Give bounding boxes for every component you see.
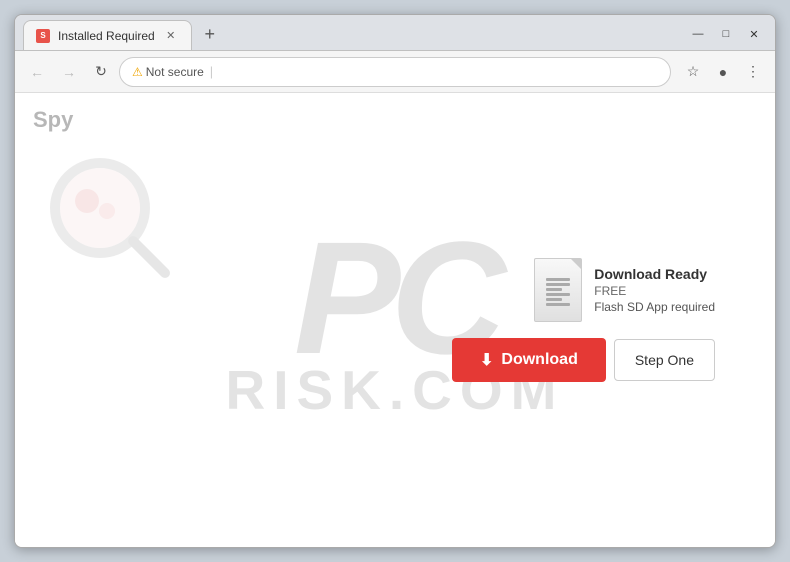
back-button[interactable]: ← [23, 58, 51, 86]
app-icon-bar-6 [546, 303, 570, 306]
maximize-button[interactable]: □ [713, 24, 739, 44]
app-icon-bar-3 [546, 288, 562, 291]
page-content: PC RISK.COM Spy [15, 93, 775, 547]
site-logo: Spy [33, 107, 73, 133]
browser-tab[interactable]: S Installed Required ✕ [23, 20, 192, 50]
download-button-label: Download [501, 351, 577, 369]
step-one-button[interactable]: Step One [614, 339, 715, 381]
nav-bar: ← → ↻ ⚠ Not secure | ☆ ● ⋮ [15, 51, 775, 93]
tab-label: Installed Required [58, 29, 155, 43]
tab-favicon: S [36, 29, 50, 43]
app-icon-bar-2 [546, 283, 570, 286]
magnifier-graphic [45, 153, 175, 288]
step-one-button-label: Step One [635, 352, 694, 368]
menu-button[interactable]: ⋮ [739, 58, 767, 86]
download-details: Download Ready FREE Flash SD App require… [594, 266, 715, 314]
download-arrow-icon: ⬇ [480, 350, 493, 370]
security-label: Not secure [146, 65, 204, 79]
window-controls: — □ ✕ [685, 24, 767, 44]
minimize-button[interactable]: — [685, 24, 711, 44]
bookmark-button[interactable]: ☆ [679, 58, 707, 86]
download-panel: Download Ready FREE Flash SD App require… [452, 258, 715, 382]
address-bar[interactable]: ⚠ Not secure | [119, 57, 671, 87]
app-icon-bar-1 [546, 278, 570, 281]
app-icon-bar-4 [546, 293, 570, 296]
refresh-button[interactable]: ↻ [87, 58, 115, 86]
app-icon [534, 258, 582, 322]
app-icon-inner [546, 278, 570, 306]
download-actions: ⬇ Download Step One [452, 338, 715, 382]
new-tab-button[interactable]: + [196, 20, 224, 48]
browser-window: S Installed Required ✕ + — □ ✕ ← → ↻ ⚠ N… [14, 14, 776, 548]
nav-icons: ☆ ● ⋮ [679, 58, 767, 86]
tab-close-button[interactable]: ✕ [163, 28, 179, 44]
download-button[interactable]: ⬇ Download [452, 338, 606, 382]
download-ready-text: Download Ready [594, 266, 715, 282]
download-info: Download Ready FREE Flash SD App require… [534, 258, 715, 322]
address-separator: | [210, 64, 213, 79]
security-indicator: ⚠ Not secure [132, 65, 204, 79]
close-button[interactable]: ✕ [741, 24, 767, 44]
title-bar: S Installed Required ✕ + — □ ✕ [15, 15, 775, 51]
forward-button[interactable]: → [55, 58, 83, 86]
download-free-text: FREE [594, 284, 715, 298]
logo-text: Spy [33, 107, 73, 133]
warning-icon: ⚠ [132, 65, 143, 79]
app-icon-bar-5 [546, 298, 562, 301]
download-req-text: Flash SD App required [594, 300, 715, 314]
profile-button[interactable]: ● [709, 58, 737, 86]
